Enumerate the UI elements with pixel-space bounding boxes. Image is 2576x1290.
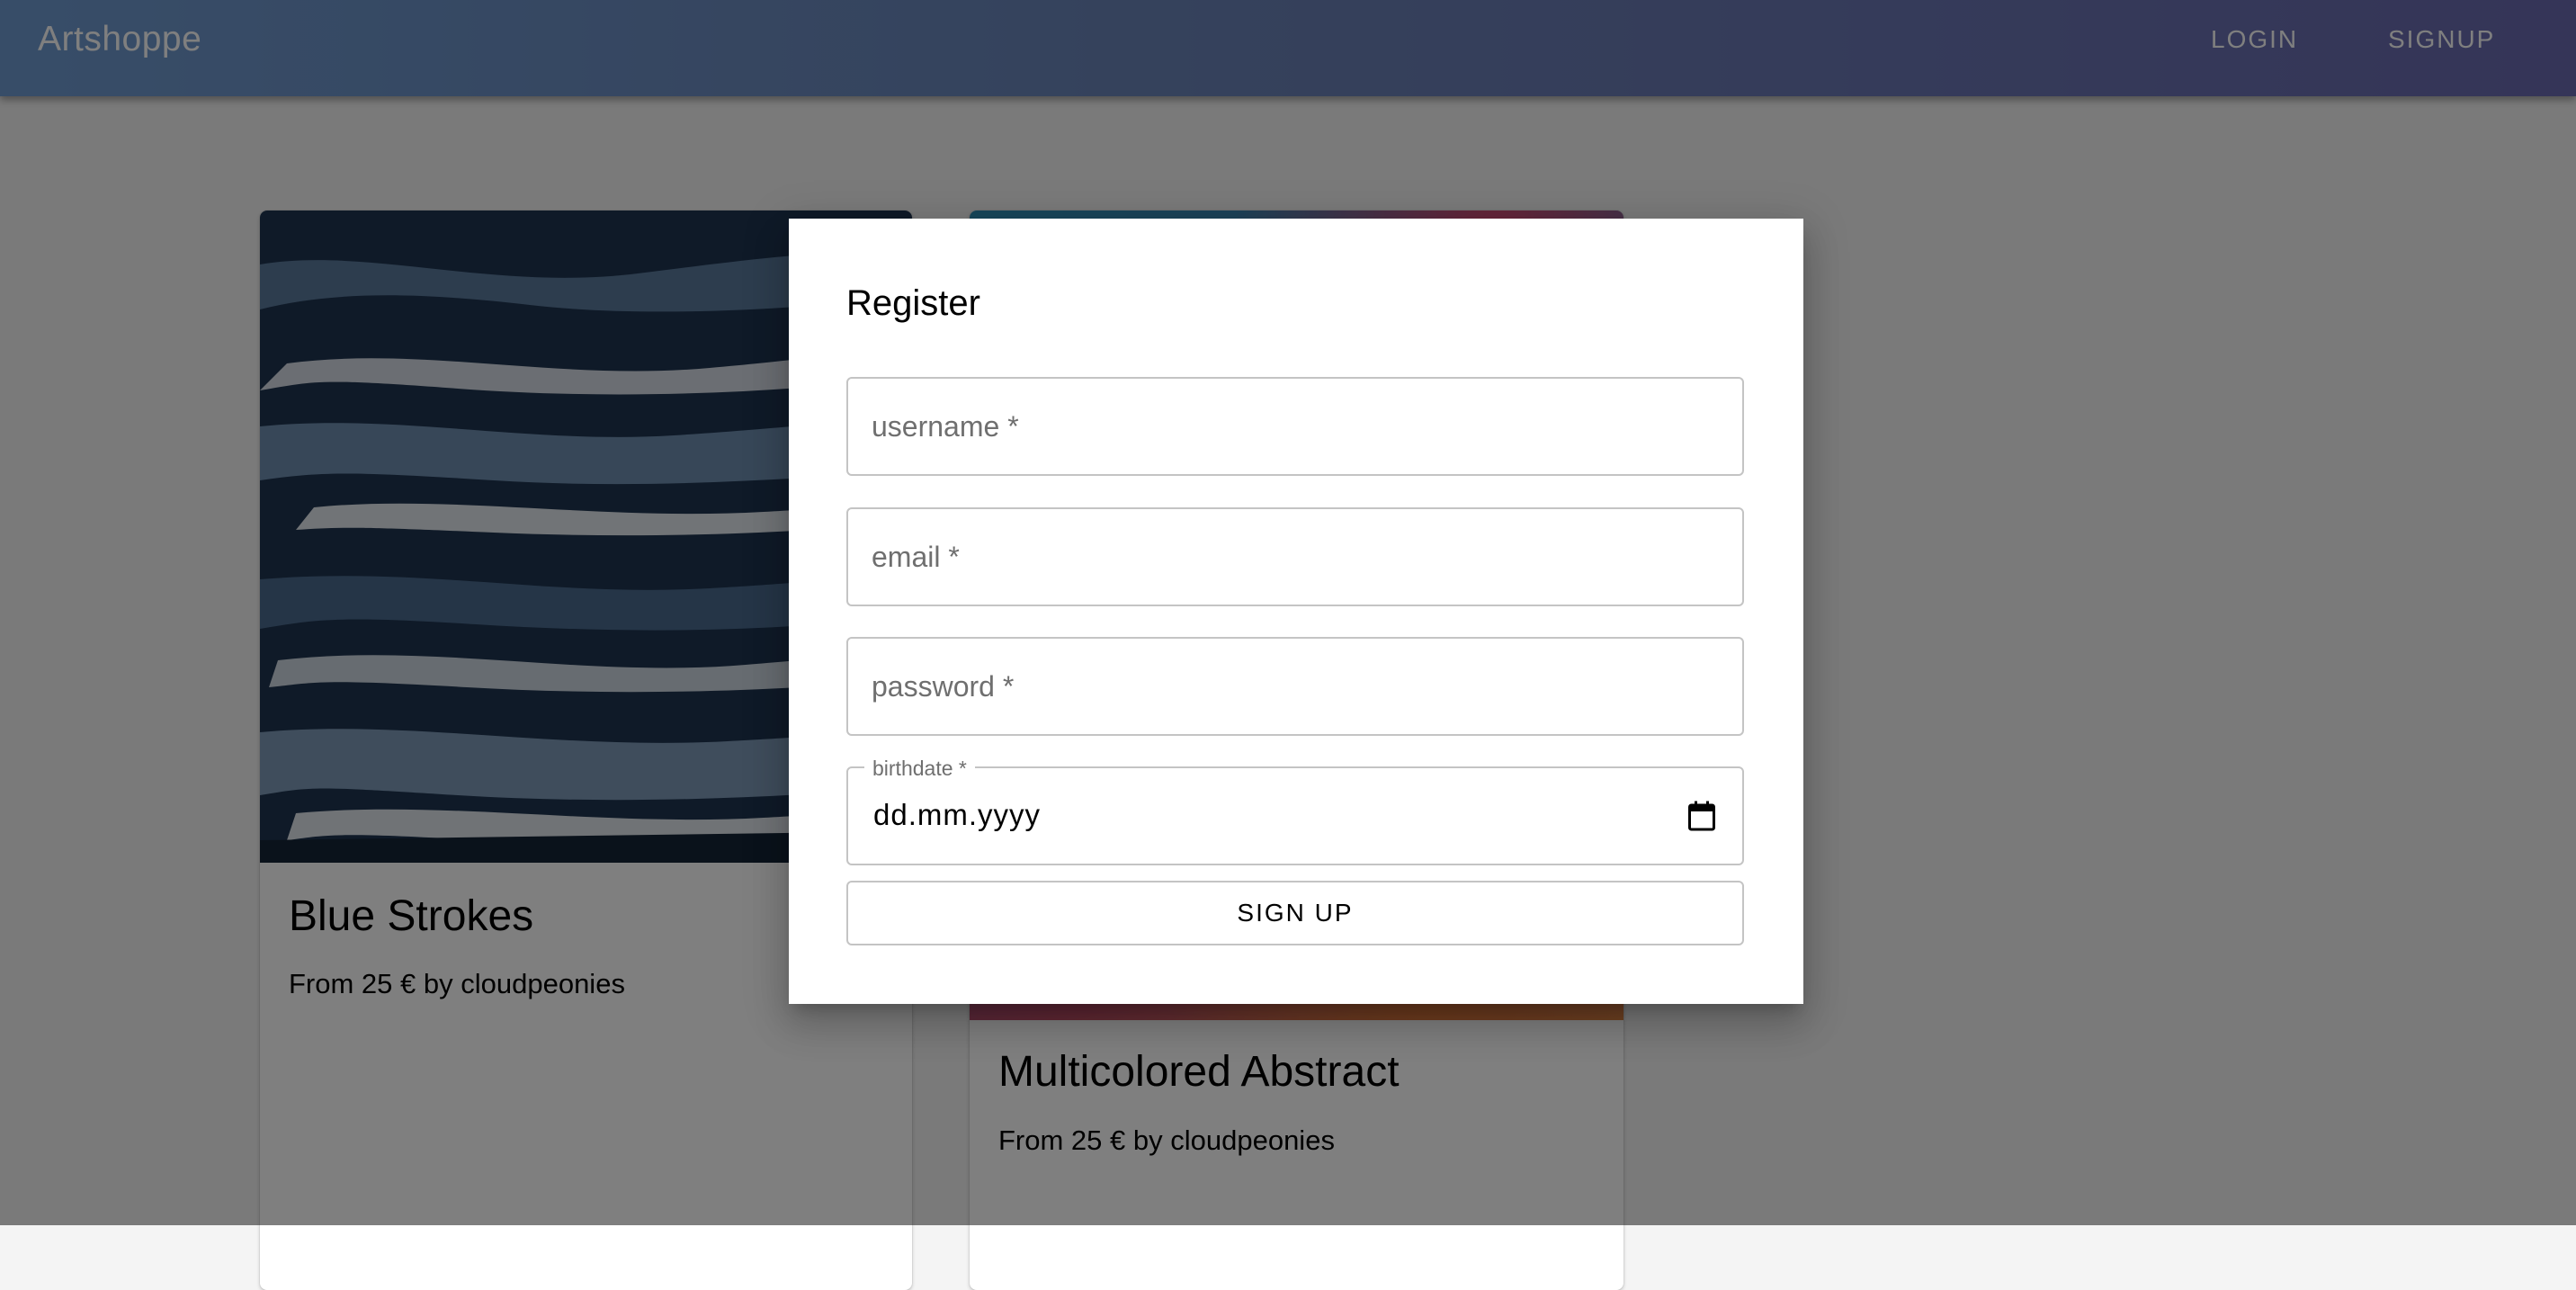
username-field[interactable] (846, 377, 1744, 476)
calendar-icon[interactable] (1688, 801, 1715, 831)
password-field[interactable] (846, 637, 1744, 736)
email-input[interactable] (848, 509, 1742, 605)
birthdate-field[interactable]: birthdate * dd.mm.yyyy (846, 757, 1744, 865)
register-dialog: Register birthdate * dd.mm.yyyy SIGN UP (789, 219, 1803, 1004)
dialog-title: Register (846, 283, 980, 323)
email-field[interactable] (846, 507, 1744, 606)
username-input[interactable] (848, 379, 1742, 474)
birthdate-input[interactable]: dd.mm.yyyy (873, 798, 1041, 832)
sign-up-button[interactable]: SIGN UP (846, 881, 1744, 945)
birthdate-label: birthdate * (864, 757, 975, 779)
password-input[interactable] (848, 639, 1742, 734)
